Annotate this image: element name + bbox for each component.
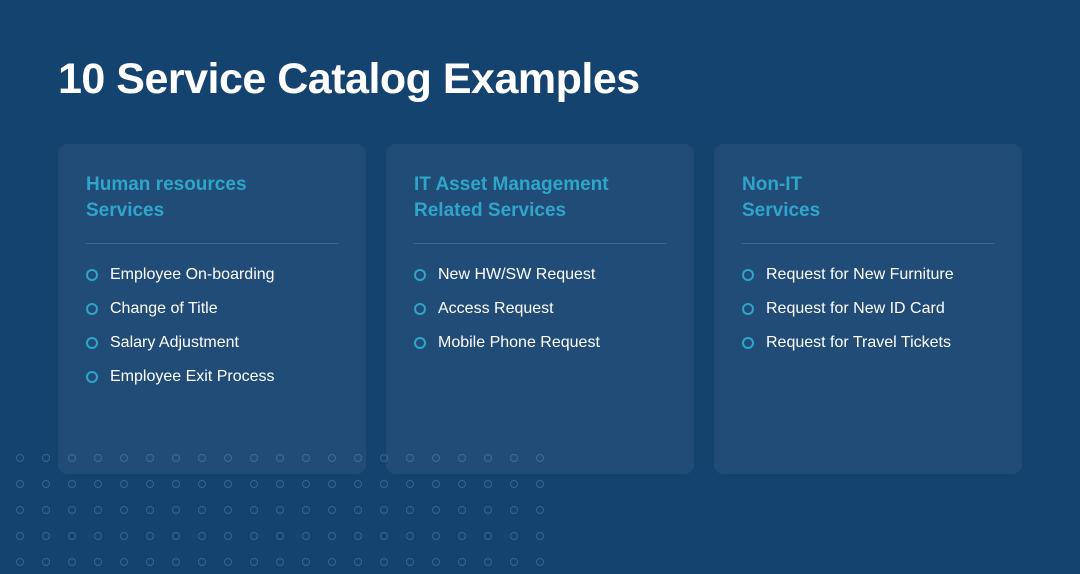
list-item: Request for Travel Tickets xyxy=(742,334,994,352)
card-list: Request for New Furniture Request for Ne… xyxy=(742,266,994,352)
circle-bullet-icon xyxy=(86,269,98,281)
list-item: Access Request xyxy=(414,300,666,318)
circle-bullet-icon xyxy=(414,303,426,315)
card-list: New HW/SW Request Access Request Mobile … xyxy=(414,266,666,352)
list-item-label: Request for New Furniture xyxy=(766,266,954,284)
circle-bullet-icon xyxy=(414,337,426,349)
list-item-label: New HW/SW Request xyxy=(438,266,595,284)
card-title: Non-IT Services xyxy=(742,172,994,223)
list-item: Request for New ID Card xyxy=(742,300,994,318)
card-it-asset-management: IT Asset Management Related Services New… xyxy=(386,144,694,474)
list-item: Employee On-boarding xyxy=(86,266,338,284)
list-item: Employee Exit Process xyxy=(86,368,338,386)
list-item-label: Request for New ID Card xyxy=(766,300,945,318)
list-item: Mobile Phone Request xyxy=(414,334,666,352)
list-item-label: Request for Travel Tickets xyxy=(766,334,951,352)
list-item-label: Salary Adjustment xyxy=(110,334,239,352)
list-item: New HW/SW Request xyxy=(414,266,666,284)
circle-bullet-icon xyxy=(86,337,98,349)
card-divider xyxy=(414,243,666,244)
list-item-label: Access Request xyxy=(438,300,554,318)
list-item: Salary Adjustment xyxy=(86,334,338,352)
card-non-it-services: Non-IT Services Request for New Furnitur… xyxy=(714,144,1022,474)
list-item-label: Change of Title xyxy=(110,300,218,318)
page-title: 10 Service Catalog Examples xyxy=(0,0,1080,104)
list-item-label: Employee On-boarding xyxy=(110,266,275,284)
list-item: Change of Title xyxy=(86,300,338,318)
circle-bullet-icon xyxy=(742,269,754,281)
list-item: Request for New Furniture xyxy=(742,266,994,284)
card-title: IT Asset Management Related Services xyxy=(414,172,666,223)
card-divider xyxy=(86,243,338,244)
card-list: Employee On-boarding Change of Title Sal… xyxy=(86,266,338,386)
circle-bullet-icon xyxy=(86,303,98,315)
cards-container: Human resources Services Employee On-boa… xyxy=(0,104,1080,474)
circle-bullet-icon xyxy=(414,269,426,281)
card-human-resources: Human resources Services Employee On-boa… xyxy=(58,144,366,474)
card-title: Human resources Services xyxy=(86,172,338,223)
circle-bullet-icon xyxy=(86,371,98,383)
list-item-label: Mobile Phone Request xyxy=(438,334,600,352)
circle-bullet-icon xyxy=(742,303,754,315)
card-divider xyxy=(742,243,994,244)
circle-bullet-icon xyxy=(742,337,754,349)
list-item-label: Employee Exit Process xyxy=(110,368,275,386)
